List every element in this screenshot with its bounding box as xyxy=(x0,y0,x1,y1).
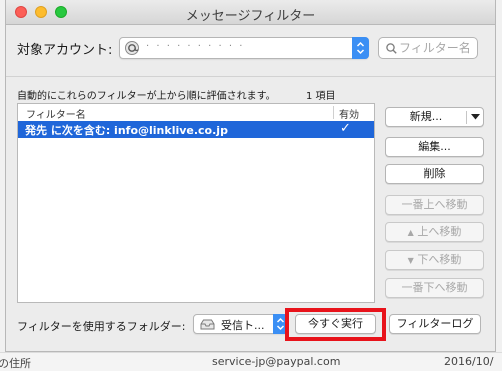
move-to-bottom-button[interactable]: 一番下へ移動 xyxy=(385,278,484,298)
filter-table: フィルター名 有効 発先 に次を含む: info@linklive.co.jp … xyxy=(17,103,375,303)
inbox-tray-icon xyxy=(200,319,215,330)
account-select-stepper[interactable] xyxy=(352,37,369,59)
enabled-checkmark[interactable]: ✓ xyxy=(340,121,351,136)
column-header-name[interactable]: フィルター名 xyxy=(26,106,86,121)
title-bar: メッセージフィルター xyxy=(6,0,495,25)
new-filter-label: 新規... xyxy=(409,110,443,123)
up-down-chevron-icon xyxy=(276,317,285,331)
background-sender: service-jp@paypal.com xyxy=(212,355,341,368)
account-label: 対象アカウント: xyxy=(17,43,113,58)
column-header-enabled[interactable]: 有効 xyxy=(339,106,359,121)
up-triangle-icon: ▲ xyxy=(407,228,414,237)
move-up-label: 上へ移動 xyxy=(417,225,462,238)
filter-search-input[interactable] xyxy=(399,39,475,57)
table-row[interactable]: 発先 に次を含む: info@linklive.co.jp ✓ xyxy=(18,121,374,138)
background-subject: の住所 xyxy=(0,357,31,370)
folder-value: 受信ト... xyxy=(221,319,265,332)
column-separator xyxy=(333,106,334,119)
divider xyxy=(6,76,495,77)
search-icon xyxy=(386,43,397,54)
background-mail-row: の住所 service-jp@paypal.com 2016/10/ xyxy=(0,352,502,371)
down-triangle-icon: ▼ xyxy=(407,256,414,265)
annotation-highlight-box xyxy=(285,308,386,341)
up-down-chevron-icon xyxy=(356,41,365,55)
filter-name-cell: 発先 に次を含む: info@linklive.co.jp xyxy=(25,124,228,137)
split-separator xyxy=(466,111,467,124)
table-header: フィルター名 有効 xyxy=(18,104,374,122)
delete-filter-button[interactable]: 削除 xyxy=(385,164,484,184)
account-select[interactable]: · · · · · · · · · · xyxy=(119,37,369,59)
move-down-label: 下へ移動 xyxy=(417,253,462,266)
folder-label: フィルターを使用するフォルダー: xyxy=(17,320,186,333)
move-down-button[interactable]: ▼ 下へ移動 xyxy=(385,250,484,270)
new-filter-button[interactable]: 新規... xyxy=(385,107,484,127)
message-filter-window: メッセージフィルター 対象アカウント: · · · · · · · · · · … xyxy=(5,0,496,352)
window-title: メッセージフィルター xyxy=(185,9,316,24)
filter-search-field[interactable] xyxy=(378,37,478,59)
filter-description: 自動的にこれらのフィルターが上から順に評価されます。 xyxy=(17,91,276,102)
background-mail-list-right xyxy=(496,0,502,370)
dropdown-arrow-icon[interactable] xyxy=(471,114,480,120)
edit-filter-button[interactable]: 編集... xyxy=(385,137,484,157)
background-date: 2016/10/ xyxy=(444,355,494,368)
filter-count: 1 項目 xyxy=(306,91,336,102)
move-to-top-button[interactable]: 一番上へ移動 xyxy=(385,195,484,215)
move-up-button[interactable]: ▲ 上へ移動 xyxy=(385,222,484,242)
folder-select[interactable]: 受信ト... xyxy=(193,314,288,334)
account-value: · · · · · · · · · · xyxy=(146,41,245,52)
mail-account-icon xyxy=(125,41,139,55)
filter-log-button[interactable]: フィルターログ xyxy=(389,314,481,334)
